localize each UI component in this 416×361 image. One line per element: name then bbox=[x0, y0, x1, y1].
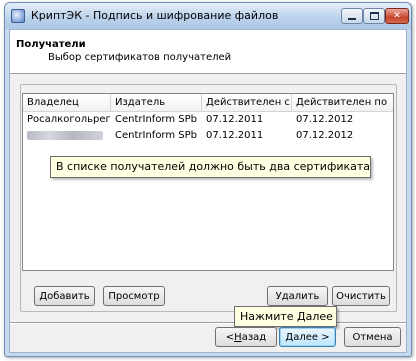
table-row[interactable]: Росалкогольрегул... CentrInform SPb 07.1… bbox=[23, 112, 393, 128]
cell-valid-to: 07.12.2012 bbox=[296, 130, 354, 141]
back-button-mnemonic: Н bbox=[234, 331, 242, 343]
cell-valid-from: 07.12.2011 bbox=[206, 130, 264, 141]
close-icon: ✕ bbox=[393, 11, 401, 21]
clear-button[interactable]: Очистить bbox=[332, 286, 390, 306]
maximize-icon bbox=[369, 12, 379, 20]
column-header-valid-from[interactable]: Действителен с bbox=[202, 94, 292, 112]
close-button[interactable]: ✕ bbox=[385, 8, 409, 24]
page-title: Получатели bbox=[16, 39, 86, 50]
cell-issuer: CentrInform SPb bbox=[115, 114, 198, 125]
view-button[interactable]: Просмотр bbox=[103, 286, 165, 306]
app-key-icon bbox=[11, 9, 25, 23]
delete-button[interactable]: Удалить bbox=[267, 286, 328, 306]
back-button-prefix: < bbox=[225, 331, 235, 343]
back-button-label: азад bbox=[241, 331, 267, 343]
recipients-table[interactable]: Владелец Издатель Действителен с Действи… bbox=[22, 93, 394, 271]
dialog-client-area: Получатели Выбор сертификатов получателе… bbox=[9, 29, 407, 353]
minimize-button[interactable] bbox=[341, 8, 363, 24]
maximize-button[interactable] bbox=[363, 8, 385, 24]
cell-issuer: CentrInform SPb bbox=[115, 130, 198, 141]
table-row[interactable]: CentrInform SPb 07.12.2011 07.12.2012 bbox=[23, 128, 393, 144]
wizard-header: Получатели Выбор сертификатов получателе… bbox=[10, 30, 406, 74]
cell-owner bbox=[23, 128, 111, 144]
next-button[interactable]: Далее > bbox=[279, 327, 336, 347]
redacted-owner-name bbox=[27, 131, 103, 140]
cell-valid-to: 07.12.2012 bbox=[296, 114, 354, 125]
add-button[interactable]: Добавить bbox=[34, 286, 95, 306]
next-hint-callout: Нажмите Далее bbox=[234, 306, 337, 327]
table-header: Владелец Издатель Действителен с Действи… bbox=[23, 94, 393, 112]
column-header-issuer[interactable]: Издатель bbox=[111, 94, 202, 112]
cell-owner: Росалкогольрегул... bbox=[27, 114, 111, 125]
back-button[interactable]: < Назад bbox=[215, 327, 277, 347]
page-subtitle: Выбор сертификатов получателей bbox=[48, 52, 232, 63]
window-title: КриптЭК - Подпись и шифрование файлов bbox=[31, 9, 279, 22]
dialog-window: КриптЭК - Подпись и шифрование файлов ✕ … bbox=[4, 2, 412, 357]
footer-divider bbox=[10, 322, 406, 324]
column-header-owner[interactable]: Владелец bbox=[23, 94, 111, 112]
next-button-mnemonic: Д bbox=[285, 331, 294, 343]
cell-valid-from: 07.12.2011 bbox=[206, 114, 264, 125]
title-bar[interactable]: КриптЭК - Подпись и шифрование файлов ✕ bbox=[5, 3, 411, 29]
minimize-icon bbox=[348, 18, 356, 20]
cancel-button[interactable]: Отмена bbox=[344, 327, 401, 347]
column-header-valid-to[interactable]: Действителен по bbox=[292, 94, 393, 112]
certificates-hint-callout: В списке получателей должно быть два сер… bbox=[50, 156, 371, 178]
next-button-label: алее > bbox=[293, 331, 330, 343]
